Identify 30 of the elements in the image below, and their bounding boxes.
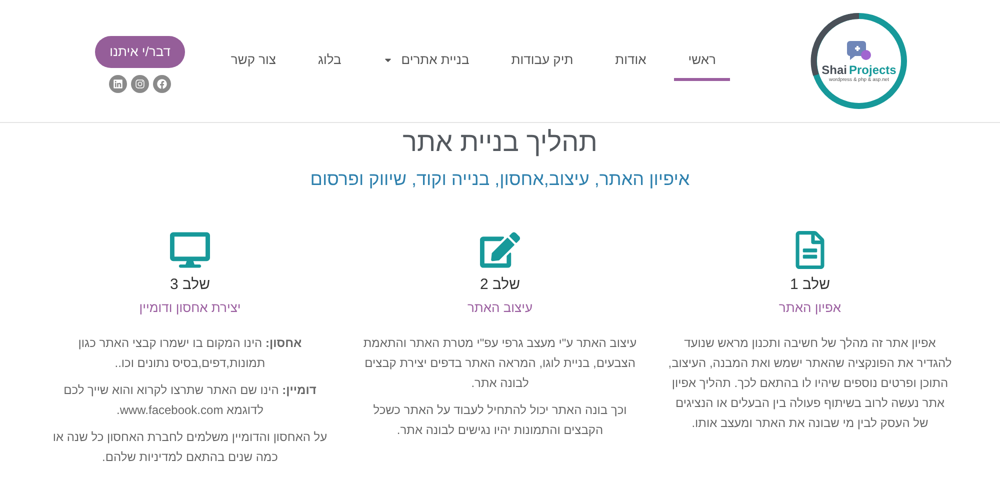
step-description: דומיין: הינו שם האתר שתרצו לקרוא והוא שייך לכם לדוגמא www.facebook.com. (62, 382, 318, 419)
facebook-icon[interactable] (153, 74, 171, 92)
step-description: אפיון אתר זה מהלך של חשיבה ותכנון מראש שנועד להגדיר את הפונקציה שהאתר ישמש ואת המבנה, העיצוב, התוכן ופרטים נוספים שיהיו לו בהתאם לכך. תהליך אפיון אתר נעשה לרוב בשיתוף פעולה בין הבעלים או הנציגים של העסק לבין מי שבונה את האתר ומעצב אותו. (668, 335, 952, 432)
nav-link[interactable]: בניית אתרים (369, 41, 484, 81)
step-title: יצירת אחסון ודומיין (139, 299, 241, 317)
chat-bubble-icon (846, 39, 872, 63)
nav-link[interactable]: ראשי (674, 41, 730, 81)
linkedin-icon[interactable] (109, 74, 127, 92)
page-subtitle: איפיון האתר, עיצוב,אחסון, בנייה וקוד, שיווק ופרסום (309, 168, 691, 191)
step-description: אחסון: הינו המקום בו ישמרו קבצי האתר כגון תמונות,דפים,בסיס נתונים וכו.. (77, 335, 303, 372)
logo-name: Shai (822, 64, 847, 76)
step-label: שלב 1 (790, 275, 830, 295)
instagram-icon[interactable] (131, 74, 149, 92)
nav-link[interactable]: בלוג (304, 41, 356, 81)
edit-icon (480, 231, 520, 269)
nav-link[interactable]: צור קשר (216, 41, 290, 81)
step-description: עיצוב האתר ע"י מעצב גרפי עפ"י מטרת האתר והתאמת הצבעים, בניית לוגו, המראה האתר בדפים יצירת קבצים לבונה אתר. (362, 335, 638, 392)
step-title: עיצוב האתר (467, 299, 533, 317)
logo-ring-icon (810, 12, 908, 110)
step-description: על האחסון והדומיין משלמים לחברת האחסון כל שנה או כמה שנים בהתאם למדיניות שלהם. (52, 429, 328, 466)
step-label: שלב 2 (480, 275, 520, 295)
logo-name: Projects (849, 64, 896, 76)
nav-link[interactable]: אודות (601, 41, 660, 81)
nav-link[interactable]: תיק עבודות (497, 41, 588, 81)
monitor-icon (170, 231, 210, 269)
step-title: אפיון האתר (778, 299, 842, 317)
contact-button[interactable]: דבר/י איתנו (95, 36, 185, 68)
step-label: שלב 3 (170, 275, 210, 295)
step-description: וכך בונה האתר יכול להתחיל לעבוד על האתר כשכל הקבצים והתמונות יהיו נגישים לבונה אתר. (372, 402, 628, 439)
page-title: תהליך בניית אתר (402, 126, 598, 159)
